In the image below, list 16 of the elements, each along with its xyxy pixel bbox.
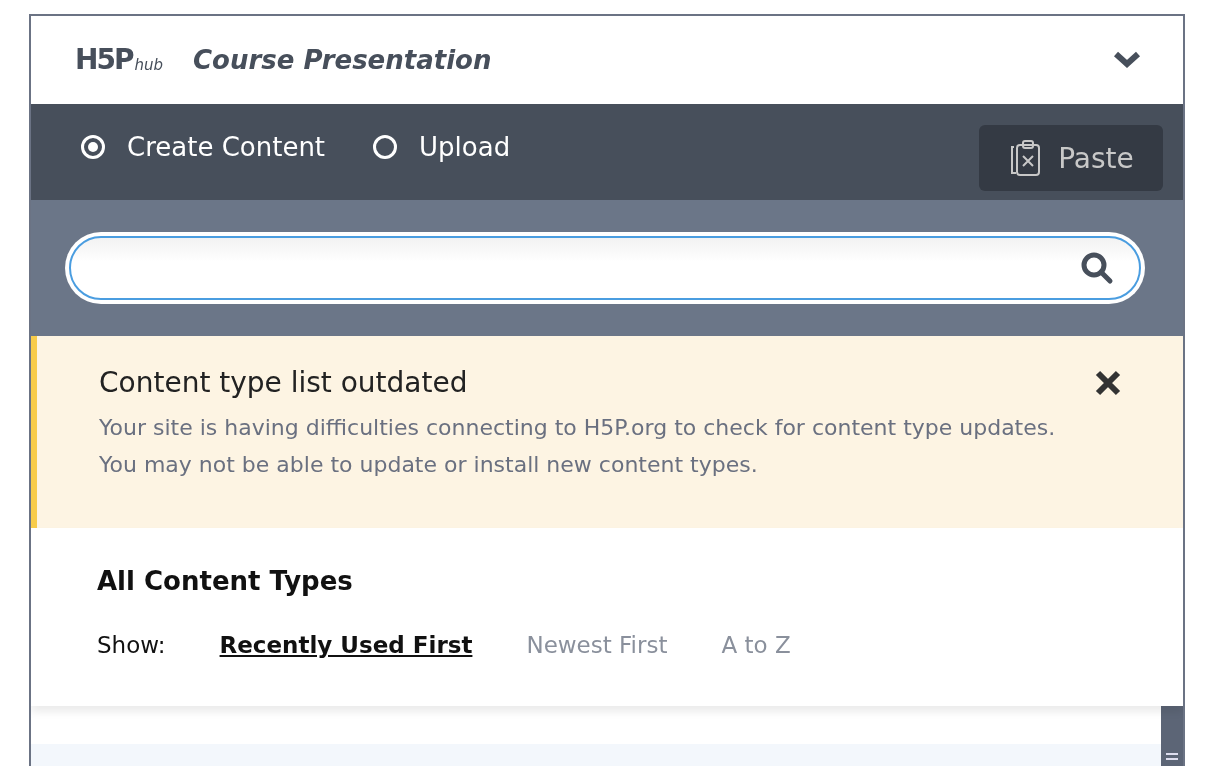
radio-button[interactable] <box>81 135 105 159</box>
mode-label[interactable]: Create Content <box>127 132 326 162</box>
section-title: All Content Types <box>97 566 354 596</box>
scrollbar[interactable] <box>1161 706 1183 766</box>
radio-button[interactable] <box>373 135 398 159</box>
search-icon[interactable] <box>1079 250 1115 286</box>
chevron-icon[interactable] <box>1113 51 1141 69</box>
scrollbar-grip-icon <box>1166 752 1178 762</box>
show-label: Show: <box>97 632 166 658</box>
mode-label[interactable]: Upload <box>419 132 511 162</box>
notice-message: Your site is having difficulties connecting to H5P.org to check for content type updates. You may not be able to update or install new content types. <box>99 414 1057 479</box>
content-type-title: Course Presentation <box>193 45 493 75</box>
notice-title: Content type list outdated <box>99 366 468 399</box>
h5p-hub-logo: H5Phub <box>75 46 163 74</box>
close-icon[interactable] <box>1093 368 1123 398</box>
sort-option-link[interactable]: Recently Used First <box>219 632 473 658</box>
